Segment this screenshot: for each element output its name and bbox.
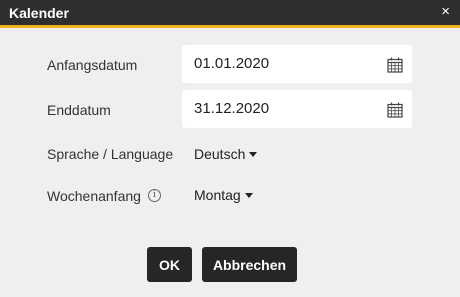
start-date-label: Anfangsdatum <box>47 57 138 73</box>
close-icon[interactable]: × <box>441 3 450 20</box>
week-start-selected-value: Montag <box>194 187 241 203</box>
caret-down-icon <box>249 152 258 157</box>
info-icon[interactable]: i <box>148 189 161 202</box>
language-dropdown[interactable]: Deutsch <box>194 146 258 162</box>
end-date-value: 31.12.2020 <box>194 100 270 117</box>
title-bar: Kalender × <box>0 0 460 28</box>
language-selected-value: Deutsch <box>194 146 246 162</box>
caret-down-icon <box>244 193 253 198</box>
calendar-icon[interactable] <box>387 57 403 73</box>
week-start-dropdown[interactable]: Montag <box>194 187 253 203</box>
dialog-title: Kalender <box>9 5 69 21</box>
week-start-label: Wochenanfang <box>47 188 141 204</box>
cancel-button[interactable]: Abbrechen <box>202 247 297 282</box>
start-date-field[interactable]: 01.01.2020 <box>182 45 412 83</box>
ok-button[interactable]: OK <box>147 247 192 282</box>
end-date-field[interactable]: 31.12.2020 <box>182 90 412 128</box>
language-label: Sprache / Language <box>47 146 174 162</box>
end-date-label: Enddatum <box>47 102 111 118</box>
calendar-dialog: Kalender × Anfangsdatum 01.01.2020 Endda… <box>0 0 460 297</box>
start-date-value: 01.01.2020 <box>194 55 270 72</box>
calendar-icon[interactable] <box>387 102 403 118</box>
